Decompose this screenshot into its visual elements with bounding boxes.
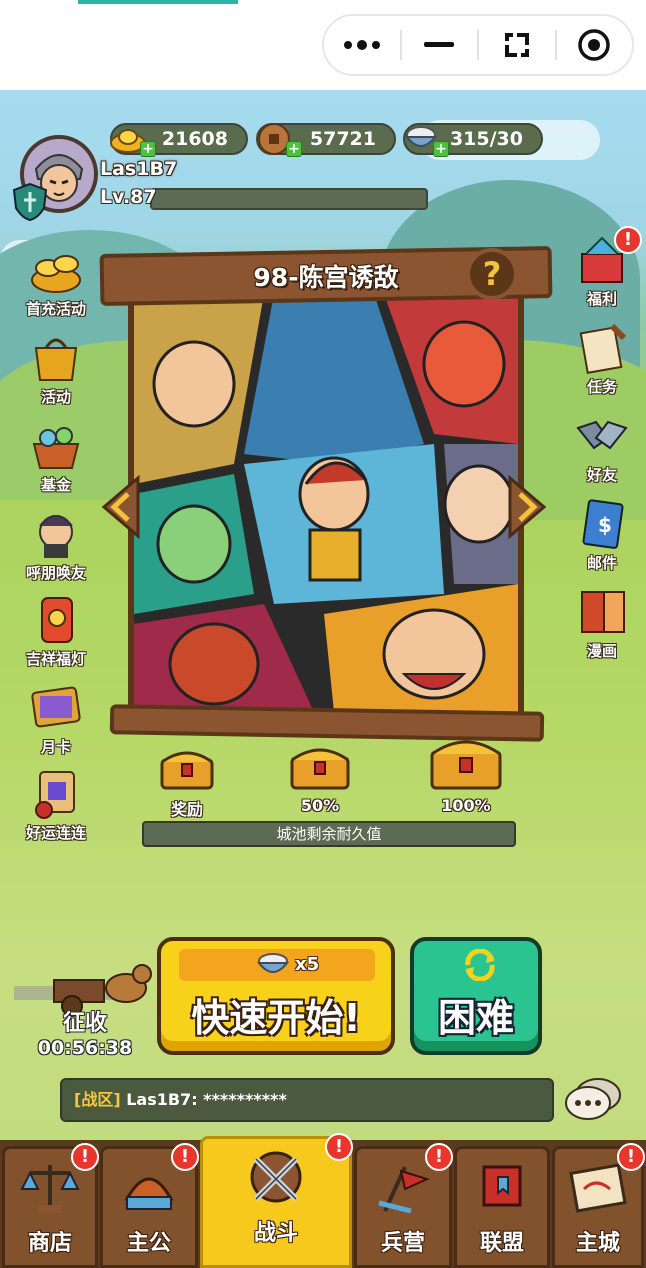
large-chest-icon <box>430 740 502 790</box>
chat-bubble-icon[interactable] <box>562 1075 624 1125</box>
rank-shield-icon <box>12 182 48 222</box>
collect-label: 征收 <box>62 1011 107 1036</box>
svg-text:$: $ <box>598 513 612 537</box>
side-item-month-card[interactable]: 月卡 <box>14 680 98 757</box>
side-item-lucky-lantern[interactable]: 吉祥福灯 <box>14 592 98 669</box>
quick-start-button[interactable]: x5 快速开始! <box>157 937 395 1055</box>
help-button[interactable]: ? <box>466 248 518 300</box>
alliance-banner-icon <box>482 1165 522 1207</box>
side-item-first-recharge[interactable]: 首充活动 <box>14 242 98 319</box>
side-item-comic[interactable]: 漫画 <box>560 584 644 661</box>
barracks-flag-icon <box>378 1166 430 1214</box>
medium-chest-icon <box>290 748 350 790</box>
alert-badge: ! <box>171 1143 199 1171</box>
plus-icon: + <box>433 141 449 157</box>
chest-50[interactable]: 50% <box>284 740 356 815</box>
xp-bar <box>150 188 428 210</box>
city-map-icon <box>569 1163 627 1213</box>
task-scroll-icon <box>579 323 627 374</box>
switch-arrows-icon <box>465 949 495 981</box>
side-item-activity[interactable]: 活动 <box>14 330 98 407</box>
rice-bowl-icon <box>256 953 290 973</box>
difficulty-hard-button[interactable]: 困难 <box>410 937 542 1055</box>
gold-pill[interactable]: + 21608 <box>110 123 248 157</box>
nav-battle[interactable]: 战斗 ! <box>200 1133 353 1268</box>
chat-message: Las1B7: ********** <box>120 1090 287 1109</box>
resize-button[interactable] <box>479 16 555 74</box>
lucky-lantern-icon <box>41 597 73 643</box>
cost-strip: x5 <box>179 949 375 981</box>
lucky-scroll-icon <box>35 771 75 819</box>
gold-ingots-icon <box>31 255 81 293</box>
stage-title: 98-陈宫诱敌 <box>253 263 399 292</box>
collect-timer: 00:56:38 <box>37 1037 133 1059</box>
resize-icon <box>504 33 529 57</box>
alert-badge: ! <box>425 1143 453 1171</box>
stamina-pill[interactable]: + 315/30 <box>403 123 543 157</box>
shop-scale-icon <box>20 1165 80 1213</box>
minimize-button[interactable] <box>402 16 478 74</box>
alert-badge: ! <box>617 1143 645 1171</box>
friend-invite-icon <box>39 515 73 558</box>
plus-icon: + <box>140 141 156 157</box>
month-card-icon <box>31 686 81 728</box>
close-button[interactable] <box>557 16 633 74</box>
collect-widget[interactable]: 征收 00:56:38 <box>30 1005 140 1059</box>
chest-100[interactable]: 100% <box>426 730 506 815</box>
top-bar <box>0 0 646 90</box>
side-item-welfare[interactable]: ! 福利 <box>560 226 644 309</box>
stamina-value: 315/30 <box>449 128 523 150</box>
side-item-fund[interactable]: 基金 <box>14 418 98 495</box>
gift-bag-icon <box>34 338 78 381</box>
chest-reward[interactable]: 奖励 <box>152 744 222 820</box>
alert-badge: ! <box>325 1133 353 1161</box>
stage-frame[interactable] <box>128 288 524 718</box>
mail-icon: $ <box>582 499 624 549</box>
nav-main-city[interactable]: 主城 ! <box>552 1143 645 1268</box>
alert-badge: ! <box>71 1143 99 1171</box>
cost-value: x5 <box>295 954 320 975</box>
crossed-swords-icon <box>250 1151 302 1203</box>
quick-start-label: 快速开始! <box>191 996 361 1040</box>
minimize-icon <box>424 42 455 47</box>
city-durability-bar: 城池剩余耐久值 <box>142 821 516 847</box>
record-close-icon <box>578 29 610 61</box>
plus-icon: + <box>286 141 302 157</box>
coin-value: 57721 <box>309 128 376 150</box>
alert-badge: ! <box>614 226 642 254</box>
top-accent <box>78 0 238 4</box>
stage-artwork <box>134 294 518 712</box>
coin-pill[interactable]: + 57721 <box>256 123 396 157</box>
nav-barracks[interactable]: 兵营 ! <box>354 1143 453 1268</box>
more-button[interactable] <box>324 16 400 74</box>
side-item-friends[interactable]: 好友 <box>560 408 644 485</box>
side-item-tasks[interactable]: 任务 <box>560 320 644 397</box>
prev-stage-arrow-icon[interactable] <box>98 474 142 540</box>
miniprogram-capsule <box>322 14 634 76</box>
treasure-basket-icon <box>32 427 80 469</box>
more-dots-icon <box>343 40 380 50</box>
side-item-good-luck[interactable]: 好运连连 <box>14 766 98 843</box>
chat-channel: [战区] <box>74 1090 121 1109</box>
comic-book-icon <box>581 591 625 633</box>
nav-shop[interactable]: 商店 ! <box>2 1143 99 1268</box>
player-level: Lv.87 <box>100 186 157 208</box>
lord-helmet-icon <box>124 1177 174 1210</box>
chat-bar[interactable]: [战区] Las1B7: ********** <box>60 1078 554 1122</box>
next-stage-arrow-icon[interactable] <box>506 474 550 540</box>
side-item-mail[interactable]: $ 邮件 <box>560 496 644 573</box>
small-chest-icon <box>160 751 214 790</box>
handshake-icon <box>576 420 628 450</box>
nav-alliance[interactable]: 联盟 <box>454 1146 550 1268</box>
player-name: Las1B7 <box>100 158 178 180</box>
side-item-invite-friends[interactable]: 呼朋唤友 <box>14 506 98 583</box>
gold-value: 21608 <box>161 128 228 150</box>
nav-lord[interactable]: 主公 ! <box>100 1143 199 1268</box>
difficulty-label: 困难 <box>437 996 514 1040</box>
